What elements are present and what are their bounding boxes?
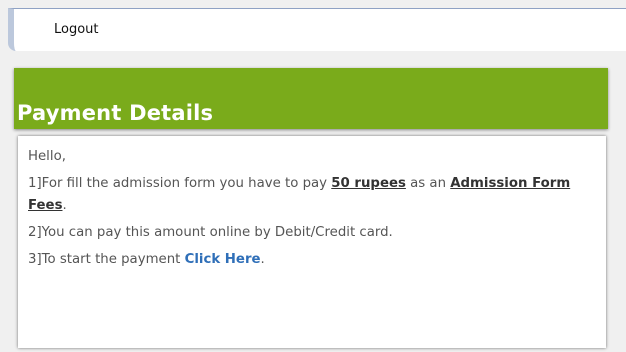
instruction-3: 3]To start the payment Click Here. (28, 249, 596, 271)
instruction-1-suffix: . (62, 198, 67, 213)
panel-header: Payment Details (14, 68, 608, 129)
panel-body: Hello, 1]For fill the admission form you… (18, 136, 606, 348)
instruction-1-prefix: 1]For fill the admission form you have t… (28, 176, 332, 191)
instruction-1-middle: as an (405, 176, 451, 191)
top-nav-bar: Logout (8, 8, 626, 51)
instruction-3-suffix: . (260, 252, 265, 267)
fee-amount: 50 rupees (331, 176, 406, 191)
panel-title: Payment Details (17, 101, 214, 125)
payment-details-panel: Payment Details Hello, 1]For fill the ad… (14, 68, 608, 348)
instruction-1: 1]For fill the admission form you have t… (28, 173, 596, 217)
start-payment-link[interactable]: Click Here (185, 252, 261, 267)
page: Logout Payment Details Hello, 1]For fill… (0, 0, 626, 352)
instruction-2: 2]You can pay this amount online by Debi… (28, 225, 393, 240)
greeting-text: Hello, (28, 149, 66, 164)
instruction-3-prefix: 3]To start the payment (28, 252, 185, 267)
logout-link[interactable]: Logout (54, 22, 99, 37)
